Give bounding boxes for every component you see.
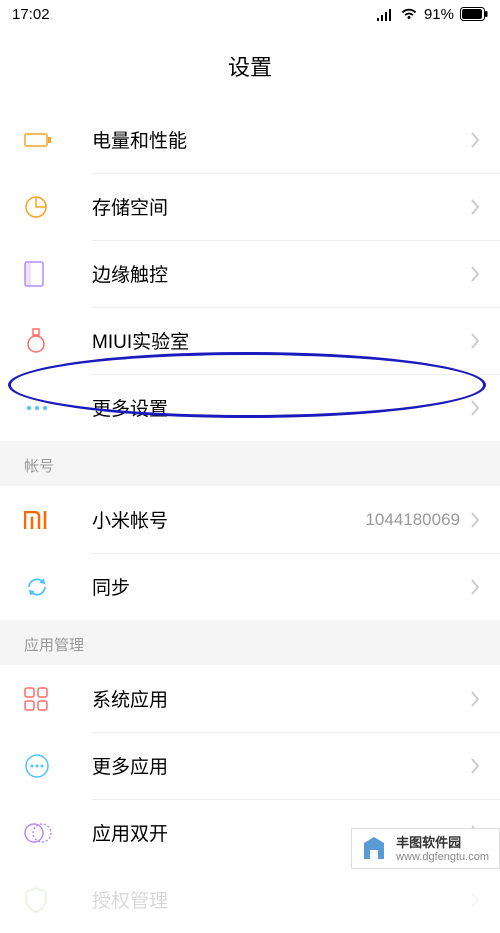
more-icon xyxy=(24,404,50,412)
battery-perf-icon xyxy=(24,130,52,150)
watermark-name: 丰图软件园 xyxy=(396,835,489,851)
lab-icon xyxy=(24,328,48,354)
item-miui-lab[interactable]: MIUI实验室 xyxy=(0,307,500,374)
item-edge-touch[interactable]: 边缘触控 xyxy=(0,240,500,307)
item-sync[interactable]: 同步 xyxy=(0,553,500,620)
watermark-logo-icon xyxy=(358,833,390,865)
item-permissions[interactable]: 授权管理 xyxy=(0,866,500,933)
system-apps-icon xyxy=(24,687,48,711)
item-more-apps[interactable]: 更多应用 xyxy=(0,732,500,799)
section-header-account: 帐号 xyxy=(0,441,500,486)
item-label: MIUI实验室 xyxy=(92,327,470,354)
battery-icon xyxy=(460,7,488,21)
item-value: 1044180069 xyxy=(365,510,460,530)
chevron-right-icon xyxy=(470,511,480,529)
chevron-right-icon xyxy=(470,578,480,596)
item-more-settings[interactable]: 更多设置 xyxy=(0,374,500,441)
edge-touch-icon xyxy=(24,261,44,287)
signal-icon xyxy=(376,7,394,21)
item-label: 边缘触控 xyxy=(92,260,470,287)
status-time: 17:02 xyxy=(12,6,50,23)
wifi-icon xyxy=(400,7,418,21)
settings-list-1: 电量和性能 存储空间 边缘触控 MIUI实验室 更多设置 xyxy=(0,106,500,441)
section-header-apps: 应用管理 xyxy=(0,620,500,665)
item-system-apps[interactable]: 系统应用 xyxy=(0,665,500,732)
watermark-url: www.dgfengtu.com xyxy=(396,851,489,864)
dual-apps-icon xyxy=(24,820,52,846)
item-label: 授权管理 xyxy=(92,886,470,913)
item-storage[interactable]: 存储空间 xyxy=(0,173,500,240)
more-apps-icon xyxy=(24,753,50,779)
status-bar: 17:02 91% xyxy=(0,0,500,28)
page-title: 设置 xyxy=(0,28,500,106)
permissions-icon xyxy=(24,887,48,913)
item-label: 更多应用 xyxy=(92,752,470,779)
chevron-right-icon xyxy=(470,690,480,708)
battery-percent: 91% xyxy=(424,6,454,23)
chevron-right-icon xyxy=(470,131,480,149)
item-label: 系统应用 xyxy=(92,685,470,712)
item-label: 更多设置 xyxy=(92,394,470,421)
item-battery[interactable]: 电量和性能 xyxy=(0,106,500,173)
chevron-right-icon xyxy=(470,399,480,417)
chevron-right-icon xyxy=(470,265,480,283)
item-label: 电量和性能 xyxy=(92,126,470,153)
item-label: 存储空间 xyxy=(92,193,470,220)
item-label: 小米帐号 xyxy=(92,506,365,533)
storage-icon xyxy=(24,195,48,219)
item-mi-account[interactable]: 小米帐号 1044180069 xyxy=(0,486,500,553)
status-right: 91% xyxy=(376,6,488,23)
settings-list-account: 小米帐号 1044180069 同步 xyxy=(0,486,500,620)
chevron-right-icon xyxy=(470,757,480,775)
watermark: 丰图软件园 www.dgfengtu.com xyxy=(351,828,500,869)
item-label: 同步 xyxy=(92,573,470,600)
chevron-right-icon xyxy=(470,891,480,909)
sync-icon xyxy=(24,574,50,600)
chevron-right-icon xyxy=(470,332,480,350)
mi-logo-icon xyxy=(24,511,50,529)
settings-list-apps: 系统应用 更多应用 应用双开 授权管理 xyxy=(0,665,500,933)
chevron-right-icon xyxy=(470,198,480,216)
